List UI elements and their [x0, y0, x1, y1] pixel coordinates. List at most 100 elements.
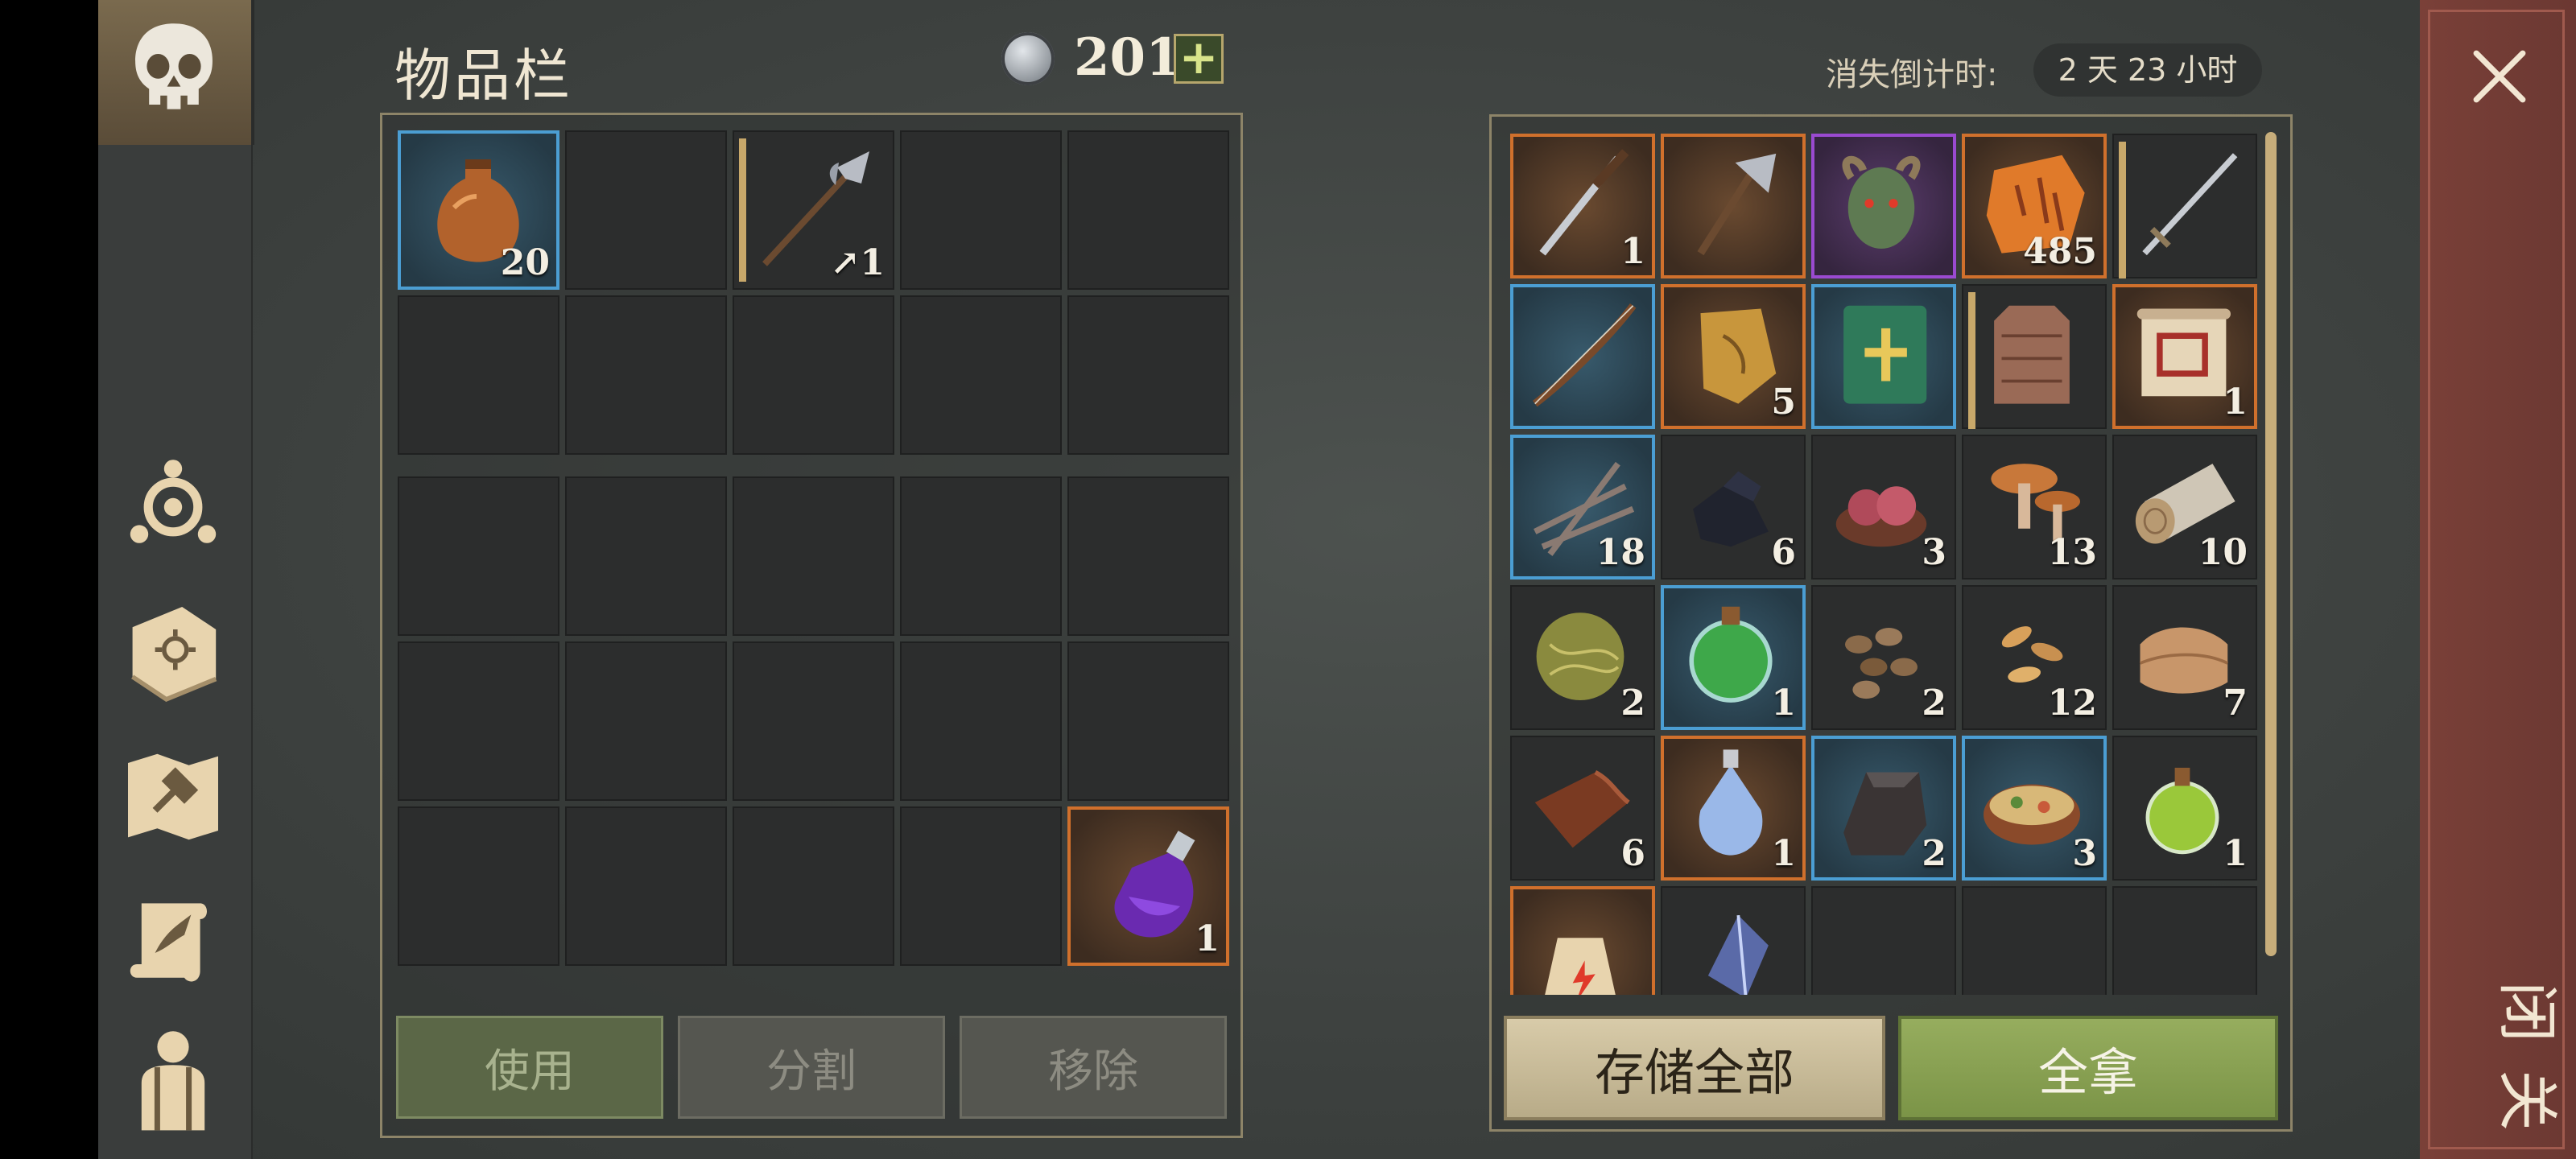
- storage-slot[interactable]: [2112, 886, 2257, 995]
- storage-slot[interactable]: [1962, 886, 2107, 995]
- inventory-slot[interactable]: [565, 295, 727, 455]
- storage-slot[interactable]: 2: [1510, 585, 1655, 730]
- inventory-grid-bottom: 1: [398, 476, 1229, 966]
- storage-slot[interactable]: 6: [1661, 435, 1806, 580]
- close-icon[interactable]: [2463, 40, 2536, 113]
- item-count: ↗1: [830, 242, 885, 283]
- storage-slot[interactable]: 1: [1661, 736, 1806, 881]
- storage-scrollbar[interactable]: [2265, 132, 2277, 956]
- storage-slot[interactable]: [1811, 886, 1956, 995]
- item-count: 485: [2023, 231, 2097, 272]
- inventory-slot[interactable]: [565, 476, 727, 636]
- inventory-slot[interactable]: [733, 476, 894, 636]
- item-count: 1: [1771, 683, 1796, 724]
- book-icon: [1843, 305, 1927, 404]
- inventory-slot[interactable]: 1: [1067, 806, 1229, 966]
- inventory-slot[interactable]: [565, 806, 727, 966]
- inventory-grid-top: 20 ↗1: [398, 130, 1229, 455]
- backpack-icon: [141, 1031, 205, 1131]
- close-button-label[interactable]: 关闭: [2439, 971, 2560, 1131]
- storage-slot[interactable]: 18: [1510, 435, 1655, 580]
- demon-head-icon: [1842, 155, 1921, 249]
- inventory-slot[interactable]: [900, 806, 1062, 966]
- storage-slot[interactable]: 3: [1962, 736, 2107, 881]
- storage-slot[interactable]: 1: [1661, 585, 1806, 730]
- take-all-button[interactable]: 全拿: [1898, 1016, 2278, 1120]
- add-currency-button[interactable]: +: [1174, 34, 1224, 84]
- crafting-map-icon: [128, 753, 218, 840]
- storage-slot[interactable]: [1811, 284, 1956, 429]
- quest-scroll-icon: [130, 903, 207, 982]
- remove-button[interactable]: 移除: [960, 1016, 1227, 1119]
- inventory-slot[interactable]: [1067, 476, 1229, 636]
- inventory-slot[interactable]: [565, 641, 727, 801]
- use-button[interactable]: 使用: [396, 1016, 663, 1119]
- storage-slot[interactable]: 2: [1811, 585, 1956, 730]
- item-count: 13: [2047, 532, 2097, 573]
- storage-slot[interactable]: 3: [1811, 435, 1956, 580]
- storage-grid: 1 485 5 1 18 6 3 13 10 2 1 2 12 7 6 1 2 3 1: [1510, 134, 2257, 995]
- inventory-slot[interactable]: [733, 295, 894, 455]
- inventory-slot[interactable]: [1067, 130, 1229, 290]
- storage-slot[interactable]: [1661, 886, 1806, 995]
- sidebar-tab-quests[interactable]: [113, 881, 233, 1002]
- item-count: 1: [2223, 833, 2248, 874]
- item-count: 2: [1620, 683, 1645, 724]
- sidebar-tab-crafting[interactable]: [113, 736, 233, 857]
- item-count: 6: [1771, 532, 1796, 573]
- inventory-slot[interactable]: [1067, 295, 1229, 455]
- inventory-slot[interactable]: [398, 641, 559, 801]
- inventory-slot[interactable]: [900, 641, 1062, 801]
- storage-scroll-area[interactable]: 1 485 5 1 18 6 3 13 10 2 1 2 12 7 6 1 2 3 1: [1509, 130, 2268, 995]
- store-all-button[interactable]: 存储全部: [1504, 1016, 1885, 1120]
- storage-slot[interactable]: 485: [1962, 134, 2107, 278]
- storage-slot[interactable]: [1661, 134, 1806, 278]
- inventory-slot[interactable]: [900, 476, 1062, 636]
- sidebar-tab-recipes[interactable]: [113, 592, 233, 712]
- sidebar-tab-character[interactable]: [113, 447, 233, 567]
- storage-slot[interactable]: 1: [2112, 284, 2257, 429]
- storage-slot[interactable]: 7: [2112, 585, 2257, 730]
- storage-slot[interactable]: 1: [1510, 134, 1655, 278]
- inventory-slot[interactable]: [733, 641, 894, 801]
- storage-slot[interactable]: [1510, 886, 1655, 995]
- recipe-book-icon: [131, 607, 217, 702]
- inventory-slot[interactable]: [733, 806, 894, 966]
- storage-slot[interactable]: 2: [1811, 736, 1956, 881]
- inventory-slot[interactable]: [398, 806, 559, 966]
- inventory-slot[interactable]: ↗1: [733, 130, 894, 290]
- chainmail-icon: [1994, 305, 2070, 404]
- fire-flask-icon: [1545, 938, 1616, 995]
- item-count: 10: [2198, 532, 2248, 573]
- storage-slot[interactable]: 10: [2112, 435, 2257, 580]
- inventory-slot[interactable]: [900, 295, 1062, 455]
- inventory-slot[interactable]: [398, 476, 559, 636]
- storage-slot[interactable]: 5: [1661, 284, 1806, 429]
- item-count: 2: [1922, 683, 1946, 724]
- storage-slot[interactable]: [2112, 134, 2257, 278]
- storage-slot[interactable]: 6: [1510, 736, 1655, 881]
- inventory-slot[interactable]: [900, 130, 1062, 290]
- item-count: 20: [500, 242, 550, 283]
- sidebar-tab-inventory[interactable]: [98, 0, 254, 145]
- sidebar-tab-character-gear[interactable]: [113, 1018, 233, 1139]
- inventory-slot[interactable]: [398, 295, 559, 455]
- inventory-title: 物品栏: [394, 43, 573, 109]
- inventory-slot[interactable]: [565, 130, 727, 290]
- character-icon: [130, 460, 217, 543]
- item-count: 1: [1195, 918, 1220, 959]
- bow-icon: [1532, 303, 1637, 407]
- inventory-slot[interactable]: [1067, 641, 1229, 801]
- split-button[interactable]: 分割: [678, 1016, 945, 1119]
- storage-slot[interactable]: 1: [2112, 736, 2257, 881]
- storage-slot[interactable]: 13: [1962, 435, 2107, 580]
- inventory-slot[interactable]: 20: [398, 130, 559, 290]
- item-count: 6: [1620, 833, 1645, 874]
- storage-slot[interactable]: [1811, 134, 1956, 278]
- currency-coin-icon: [1001, 32, 1055, 85]
- storage-slot[interactable]: [1962, 284, 2107, 429]
- durability-bar: [739, 138, 746, 282]
- storage-slot[interactable]: 12: [1962, 585, 2107, 730]
- storage-slot[interactable]: [1510, 284, 1655, 429]
- item-count: 1: [1620, 231, 1645, 272]
